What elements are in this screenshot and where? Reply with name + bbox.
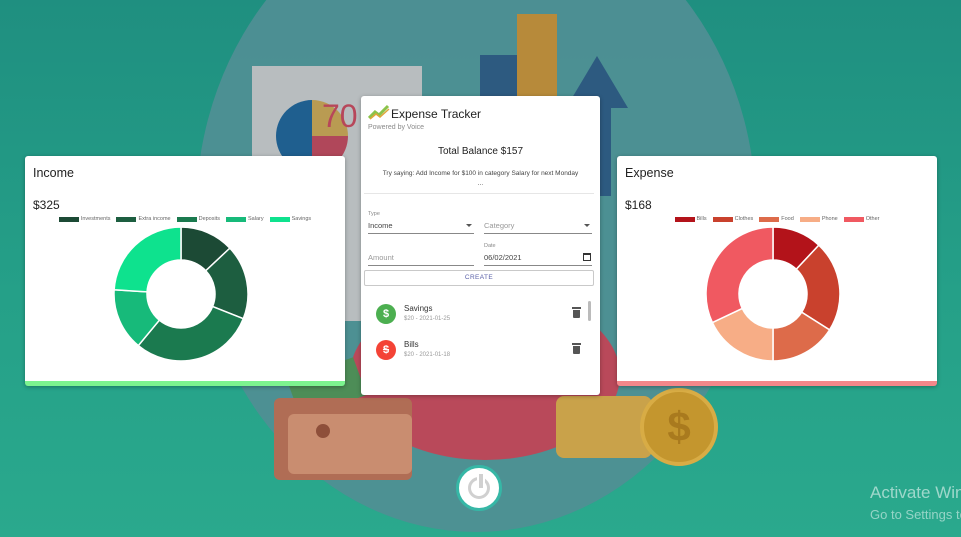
activate-windows-subtitle: Go to Settings to activate Windows.	[870, 507, 961, 522]
activate-windows-title: Activate Windows	[870, 483, 961, 502]
watermark-container: Activate Windows Go to Settings to activ…	[0, 0, 961, 537]
